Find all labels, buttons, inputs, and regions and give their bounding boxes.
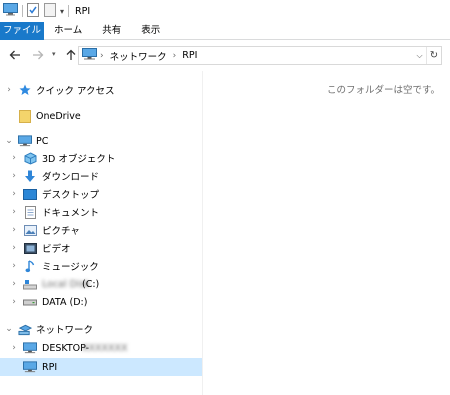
- collapse-chevron-icon[interactable]: ⌄: [5, 324, 13, 334]
- expand-chevron-icon[interactable]: ›: [5, 85, 13, 95]
- window-icon: [3, 3, 18, 19]
- cube-3d-icon: [23, 151, 37, 165]
- up-button[interactable]: [64, 48, 78, 62]
- breadcrumb-chevron-icon[interactable]: ›: [100, 51, 104, 61]
- tree-label: ピクチャ: [42, 226, 80, 237]
- hostname-redacted: XXXXXXX: [82, 342, 128, 354]
- star-icon: [18, 83, 32, 97]
- title-bar: ▾ RPI: [0, 0, 450, 22]
- tab-file[interactable]: ファイル: [0, 22, 44, 40]
- address-dropdown-icon[interactable]: ⌵: [413, 47, 427, 64]
- tree-label: RPI: [42, 361, 58, 373]
- tab-home[interactable]: ホーム: [44, 22, 92, 40]
- separator: [68, 5, 70, 17]
- breadcrumb-rpi[interactable]: RPI: [182, 50, 197, 61]
- collapse-chevron-icon[interactable]: ⌄: [5, 136, 13, 146]
- tree-item-desktop-host[interactable]: › DESKTOP- XXXXXXX: [0, 339, 202, 357]
- file-list-area[interactable]: このフォルダーは空です。: [203, 71, 450, 395]
- document-icon: [23, 205, 37, 219]
- tree-item-quick-access[interactable]: › クイック アクセス: [0, 81, 202, 99]
- tree-label: ダウンロード: [42, 172, 100, 183]
- download-arrow-icon: [23, 169, 37, 183]
- quick-access-dropdown-icon[interactable]: ▾: [60, 7, 64, 16]
- expand-chevron-icon[interactable]: ›: [10, 171, 18, 181]
- forward-button[interactable]: [31, 48, 45, 62]
- navigation-pane: › クイック アクセス OneDrive ⌄ PC › 3D オブジェクト › …: [0, 71, 202, 395]
- tree-item-drive-c[interactable]: › Local Disk (C:): [0, 275, 202, 293]
- tree-label: ミュージック: [42, 262, 99, 273]
- picture-icon: [23, 223, 37, 237]
- computer-icon: [23, 341, 37, 355]
- tree-label: PC: [36, 135, 49, 147]
- computer-icon: [18, 134, 32, 148]
- tree-item-downloads[interactable]: › ダウンロード: [0, 167, 202, 185]
- folder-icon: [18, 109, 32, 123]
- refresh-icon[interactable]: ↻: [427, 50, 441, 61]
- tree-label: ビデオ: [42, 244, 71, 255]
- computer-icon: [23, 360, 37, 374]
- tree-item-rpi[interactable]: RPI: [0, 358, 202, 376]
- expand-chevron-icon[interactable]: ›: [10, 297, 18, 307]
- tree-item-3d-objects[interactable]: › 3D オブジェクト: [0, 149, 202, 167]
- tree-item-pictures[interactable]: › ピクチャ: [0, 221, 202, 239]
- network-icon: [82, 48, 97, 63]
- tree-label: OneDrive: [36, 110, 81, 122]
- tree-label: DATA (D:): [42, 296, 88, 308]
- desktop-icon: [23, 187, 37, 201]
- tree-item-drive-d[interactable]: › DATA (D:): [0, 293, 202, 311]
- expand-chevron-icon[interactable]: ›: [10, 225, 18, 235]
- tree-item-documents[interactable]: › ドキュメント: [0, 203, 202, 221]
- tree-item-pc[interactable]: ⌄ PC: [0, 132, 202, 150]
- recent-locations-chevron-icon[interactable]: ▾: [52, 50, 56, 58]
- breadcrumb-chevron-icon[interactable]: ›: [173, 51, 177, 61]
- expand-chevron-icon[interactable]: ›: [10, 243, 18, 253]
- tab-share[interactable]: 共有: [92, 22, 131, 40]
- expand-chevron-icon[interactable]: ›: [10, 153, 18, 163]
- network-icon: [18, 322, 32, 336]
- back-button[interactable]: [8, 48, 22, 62]
- tree-item-onedrive[interactable]: OneDrive: [0, 107, 202, 125]
- tree-label: ネットワーク: [36, 325, 94, 336]
- window-title: RPI: [75, 5, 91, 17]
- tree-label: ドキュメント: [42, 208, 100, 219]
- tree-item-network[interactable]: ⌄ ネットワーク: [0, 320, 202, 338]
- expand-chevron-icon[interactable]: ›: [10, 207, 18, 217]
- tree-label: デスクトップ: [42, 190, 100, 201]
- music-note-icon: [23, 259, 37, 273]
- tree-item-videos[interactable]: › ビデオ: [0, 239, 202, 257]
- expand-chevron-icon[interactable]: ›: [10, 279, 18, 289]
- system-drive-icon: [23, 277, 37, 291]
- tree-item-music[interactable]: › ミュージック: [0, 257, 202, 275]
- tab-view[interactable]: 表示: [131, 22, 170, 40]
- film-icon: [23, 241, 37, 255]
- tree-label: 3D オブジェクト: [42, 154, 116, 165]
- tree-label: クイック アクセス: [36, 86, 115, 97]
- expand-chevron-icon[interactable]: ›: [10, 343, 18, 353]
- empty-folder-message: このフォルダーは空です。: [326, 85, 440, 96]
- ribbon-tabs: ファイル ホーム 共有 表示: [0, 22, 450, 40]
- navigation-bar: ▾ › ネットワーク › RPI ⌵ ↻: [0, 40, 450, 71]
- expand-chevron-icon[interactable]: ›: [10, 189, 18, 199]
- properties-icon[interactable]: [27, 2, 39, 20]
- tree-label: (C:): [82, 278, 100, 290]
- expand-chevron-icon[interactable]: ›: [10, 261, 18, 271]
- tree-item-desktop[interactable]: › デスクトップ: [0, 185, 202, 203]
- breadcrumb-network[interactable]: ネットワーク: [110, 49, 167, 63]
- new-folder-icon[interactable]: [44, 2, 56, 20]
- address-bar[interactable]: › ネットワーク › RPI ⌵ ↻: [78, 46, 442, 65]
- separator: [22, 5, 23, 17]
- drive-icon: [23, 295, 37, 309]
